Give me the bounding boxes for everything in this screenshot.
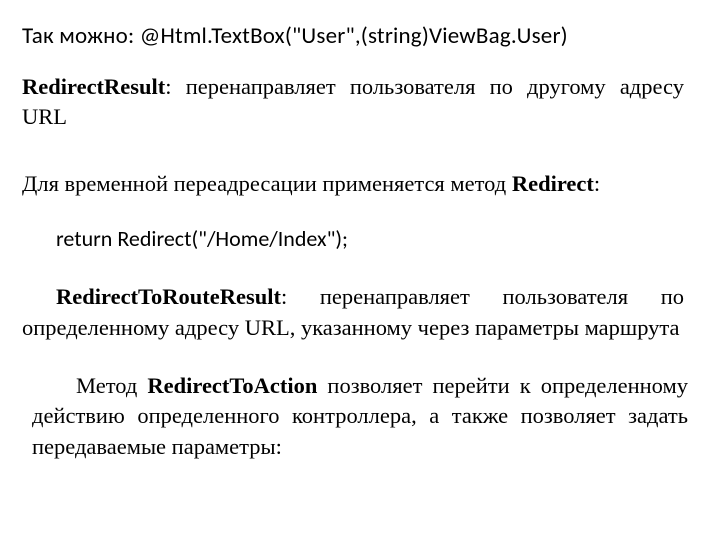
temporal-term: Redirect <box>512 171 594 196</box>
intro-code: @Html.TextBox("User",(string)ViewBag.Use… <box>140 22 568 50</box>
temporal-suffix: : <box>594 171 600 196</box>
code-text: return Redirect("/Home/Index"); <box>56 225 348 252</box>
rta-term: RedirectToAction <box>147 373 317 398</box>
redirectresult-paragraph: RedirectResult: перенаправляет пользоват… <box>22 72 684 133</box>
rta-prefix: Метод <box>76 373 147 398</box>
document-page: Так можно: @Html.TextBox("User",(string)… <box>0 0 720 480</box>
temporal-redirect-paragraph: Для временной переадресации применяется … <box>22 169 684 199</box>
intro-line: Так можно: @Html.TextBox("User",(string)… <box>22 22 684 50</box>
redirecttorouteresult-paragraph: RedirectToRouteResult: перенаправляет по… <box>22 282 684 343</box>
redirecttorouteresult-term: RedirectToRouteResult <box>56 284 281 309</box>
code-example: return Redirect("/Home/Index"); <box>56 225 684 252</box>
redirecttoaction-paragraph: Метод RedirectToAction позволяет перейти… <box>32 371 688 462</box>
temporal-prefix: Для временной переадресации применяется … <box>22 171 512 196</box>
intro-prefix: Так можно: <box>22 22 140 50</box>
redirectresult-term: RedirectResult <box>22 74 165 99</box>
